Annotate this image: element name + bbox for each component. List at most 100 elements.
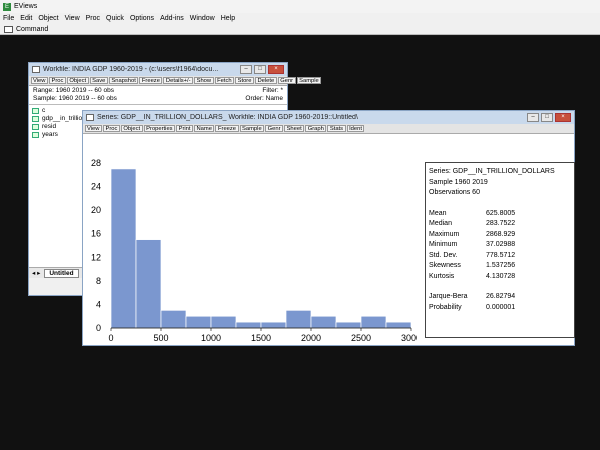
histogram-bar — [235, 321, 262, 329]
x-tick-label: 2500 — [351, 333, 371, 343]
toolbar-view-button[interactable]: View — [30, 77, 48, 84]
histogram-bar — [160, 309, 187, 329]
series-window: Series: GDP__IN_TRILLION_DOLLARS_ Workfi… — [82, 110, 575, 346]
toolbar-show-button[interactable]: Show — [194, 77, 214, 84]
toolbar-details-button[interactable]: Details+/- — [163, 77, 194, 84]
toolbar-genr-button[interactable]: Genr — [277, 77, 296, 84]
toolbar-snapshot-button[interactable]: Snapshot — [108, 77, 139, 84]
series-icon — [32, 132, 39, 138]
stats-label: Probability — [429, 303, 462, 311]
y-tick-label: 16 — [91, 229, 101, 239]
workfile-toolbar: View Proc Object Save Snapshot Freeze Details+… — [29, 76, 322, 86]
menu-edit[interactable]: Edit — [17, 15, 35, 22]
x-tick-label: 3000 — [401, 333, 417, 343]
toolbar-sample-button[interactable]: Sample — [296, 77, 322, 84]
stats-label: Skewness — [429, 262, 461, 269]
descriptive-stats-box: Series: GDP__IN_TRILLION_DOLLARS Sample … — [425, 162, 575, 338]
x-tick-label: 0 — [108, 333, 113, 343]
toolbar-freeze-button[interactable]: Freeze — [215, 125, 239, 132]
toolbar-store-button[interactable]: Store — [235, 77, 254, 84]
stats-value: 37.02988 — [486, 241, 516, 248]
stats-row: Minimum 37.02988 — [429, 240, 571, 251]
close-button[interactable]: × — [268, 65, 284, 74]
app-title: EViews — [14, 3, 38, 10]
toolbar-ident-button[interactable]: Ident — [346, 125, 365, 132]
series-icon — [32, 124, 39, 130]
stats-label: Mean — [429, 209, 447, 217]
toolbar-stats-button[interactable]: Stats — [327, 125, 346, 132]
workfile-info: Range: 1960 2019 -- 60 obs Filter: * Sam… — [29, 86, 287, 105]
menu-object[interactable]: Object — [35, 15, 61, 22]
toolbar-object-button[interactable]: Object — [66, 77, 89, 84]
menu-window[interactable]: Window — [187, 15, 218, 22]
histogram-chart: 0 4 8 12 16 20 24 28 0 500 1000 1500 2000 2500 3000 — [91, 158, 417, 343]
filter-label[interactable]: Filter: * — [262, 87, 283, 95]
toolbar-save-button[interactable]: Save — [89, 77, 108, 84]
stats-row: Median 283.7522 — [429, 219, 571, 230]
close-button[interactable]: × — [555, 113, 571, 122]
object-name: years — [42, 131, 58, 138]
maximize-button[interactable]: □ — [254, 65, 266, 74]
toolbar-name-button[interactable]: Name — [194, 125, 215, 132]
menu-quick[interactable]: Quick — [103, 15, 127, 22]
command-bar[interactable]: Command — [0, 24, 600, 35]
stats-row: Maximum 2868.929 — [429, 230, 571, 241]
workfile-icon — [32, 66, 40, 73]
toolbar-view-button[interactable]: View — [84, 125, 102, 132]
stats-observations: Observations 60 — [429, 189, 480, 196]
stats-label: Median — [429, 220, 452, 227]
workfile-titlebar[interactable]: Workfile: INDIA GDP 1960-2019 - (c:\user… — [29, 63, 287, 76]
object-name: c — [42, 107, 46, 114]
stats-row: Mean 625.8005 — [429, 209, 571, 220]
stats-row: Jarque-Bera 26.82794 — [429, 292, 571, 303]
stats-value: 2868.929 — [486, 230, 516, 238]
toolbar-delete-button[interactable]: Delete — [254, 77, 277, 84]
menu-view[interactable]: View — [62, 15, 83, 22]
stats-label: Std. Dev. — [429, 251, 458, 259]
tab-untitled[interactable]: Untitled — [44, 268, 79, 278]
toolbar-graph-button[interactable]: Graph — [305, 125, 327, 132]
tab-nav-arrows[interactable]: ◂ ▸ — [32, 269, 40, 277]
stats-row: Std. Dev. 778.5712 — [429, 251, 571, 262]
sample-label[interactable]: Sample: 1960 2019 -- 60 obs — [33, 95, 117, 103]
y-tick-label: 8 — [96, 276, 101, 286]
toolbar-proc-button[interactable]: Proc — [48, 77, 66, 84]
histogram-bar — [360, 315, 387, 329]
toolbar-print-button[interactable]: Print — [176, 125, 193, 132]
histogram-bar — [210, 315, 237, 329]
menu-help[interactable]: Help — [218, 15, 238, 22]
menu-proc[interactable]: Proc — [83, 15, 103, 22]
stats-label: Jarque-Bera — [429, 293, 468, 300]
toolbar-fetch-button[interactable]: Fetch — [214, 77, 235, 84]
order-label[interactable]: Order: Name — [245, 95, 283, 103]
toolbar-genr-button[interactable]: Genr — [265, 125, 284, 132]
maximize-button[interactable]: □ — [541, 113, 553, 122]
x-tick-label: 500 — [153, 333, 168, 343]
histogram-bar — [310, 315, 337, 329]
toolbar-sample-button[interactable]: Sample — [239, 125, 265, 132]
stats-label: Kurtosis — [429, 272, 455, 280]
toolbar-freeze-button[interactable]: Freeze — [139, 77, 163, 84]
menu-file[interactable]: File — [0, 15, 17, 22]
range-label[interactable]: Range: 1960 2019 -- 60 obs — [33, 87, 114, 95]
histogram-bar — [135, 239, 162, 329]
menu-addins[interactable]: Add-ins — [157, 15, 187, 22]
minimize-button[interactable]: – — [527, 113, 539, 122]
command-label: Command — [16, 25, 49, 33]
histogram-bar — [285, 309, 312, 329]
toolbar-object-button[interactable]: Object — [120, 125, 143, 132]
toolbar-properties-button[interactable]: Properties — [143, 125, 176, 132]
y-tick-label: 20 — [91, 205, 101, 215]
histogram-bar — [110, 168, 137, 329]
histogram-bar — [260, 321, 287, 329]
minimize-button[interactable]: – — [240, 65, 252, 74]
menu-options[interactable]: Options — [127, 15, 157, 22]
series-titlebar[interactable]: Series: GDP__IN_TRILLION_DOLLARS_ Workfi… — [83, 111, 574, 124]
stats-value: 625.8005 — [486, 209, 516, 217]
toolbar-proc-button[interactable]: Proc — [102, 125, 120, 132]
stats-value: 0.000001 — [486, 303, 516, 311]
toolbar-sheet-button[interactable]: Sheet — [284, 125, 305, 132]
coef-icon — [32, 108, 39, 114]
series-content: 0 4 8 12 16 20 24 28 0 500 1000 1500 2000 2500 3000 Se… — [83, 135, 575, 345]
stats-value: 1.537256 — [486, 262, 516, 269]
